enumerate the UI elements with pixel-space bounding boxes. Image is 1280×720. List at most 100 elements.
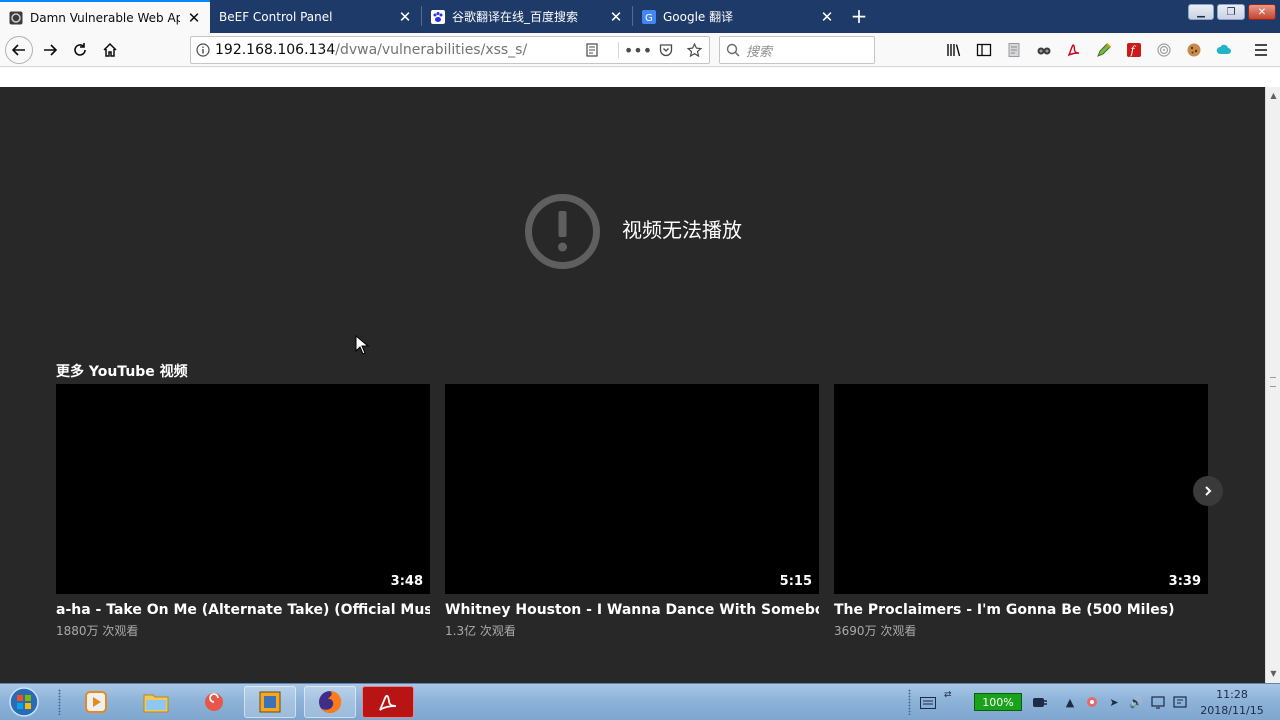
windows-logo-icon <box>9 687 39 717</box>
search-field[interactable]: 搜索 <box>719 36 875 64</box>
acrobat-icon <box>379 694 397 711</box>
home-button[interactable] <box>97 37 123 63</box>
sidebar-toggle-icon[interactable] <box>974 40 994 60</box>
tab-google-translate[interactable]: G Google 翻译 ✕ <box>633 0 843 33</box>
video-card[interactable]: 3:48 a-ha - Take On Me (Alternate Take) … <box>56 384 430 639</box>
cloud-icon[interactable] <box>1214 40 1234 60</box>
mouse-cursor-icon <box>355 335 369 355</box>
page-actions-icon[interactable]: ••• <box>624 41 652 60</box>
language-indicator-icon[interactable]: ⇄ <box>944 690 956 710</box>
url-text[interactable]: 192.168.106.134/dvwa/vulnerabilities/xss… <box>215 42 527 58</box>
taskbar-vmware[interactable] <box>244 686 296 718</box>
navigation-bar: 192.168.106.134/dvwa/vulnerabilities/xss… <box>0 33 1280 67</box>
video-duration: 3:39 <box>1168 574 1201 589</box>
tab-dvwa[interactable]: Damn Vulnerable Web App ✕ <box>0 0 210 33</box>
firefox-icon <box>319 690 342 713</box>
scroll-up-arrow-icon[interactable]: ▲ <box>1269 91 1278 100</box>
restore-button[interactable]: ❐ <box>1217 4 1245 20</box>
video-views: 3690万 次观看 <box>834 624 917 638</box>
tab-beef[interactable]: BeEF Control Panel ✕ <box>211 0 421 33</box>
url-path: /dvwa/vulnerabilities/xss_s/ <box>335 42 528 58</box>
extension-spy-icon[interactable] <box>1034 40 1054 60</box>
tab-title: BeEF Control Panel <box>219 9 333 24</box>
minimize-button[interactable]: ▁ <box>1188 4 1214 20</box>
baidu-paw-icon <box>430 9 446 25</box>
vmware-icon <box>259 691 281 713</box>
pdf-tool-icon[interactable] <box>1064 40 1084 60</box>
volume-icon[interactable]: 🔊 <box>1128 693 1144 711</box>
reader-view-icon[interactable] <box>583 41 601 59</box>
tray-send-icon[interactable]: ➤ <box>1106 693 1122 711</box>
site-info-icon[interactable] <box>191 43 215 57</box>
library-icon[interactable] <box>944 40 964 60</box>
taskbar-acrobat[interactable] <box>362 686 414 718</box>
start-button[interactable] <box>6 686 42 718</box>
dvwa-icon <box>8 10 24 26</box>
action-center-flag-icon[interactable] <box>1172 693 1188 711</box>
tab-title: Google 翻译 <box>663 10 734 24</box>
url-host: 192.168.106.134 <box>215 42 336 58</box>
taskbar-media-player[interactable] <box>70 686 122 718</box>
page-scrollbar[interactable]: ▲ ▼ <box>1265 87 1280 683</box>
extension-pencil-icon[interactable] <box>1094 40 1114 60</box>
tab-close-icon[interactable]: ✕ <box>819 9 835 25</box>
error-exclamation-icon <box>525 194 600 269</box>
flash-icon[interactable]: f <box>1124 40 1144 60</box>
show-hidden-icons-chevron-icon[interactable]: ▲ <box>1062 693 1078 711</box>
close-window-button[interactable]: ✕ <box>1248 4 1276 20</box>
tab-title: Damn Vulnerable Web App <box>30 10 180 25</box>
arrow-left-icon <box>11 44 25 56</box>
tab-close-icon[interactable]: ✕ <box>608 9 624 25</box>
video-card[interactable]: 5:15 Whitney Houston - I Wanna Dance Wit… <box>445 384 819 639</box>
keyboard-icon[interactable] <box>920 694 936 709</box>
taskbar-grip <box>58 689 61 715</box>
carousel-next-button[interactable] <box>1193 476 1223 506</box>
arrow-right-icon <box>44 44 58 56</box>
pocket-icon[interactable] <box>657 41 675 59</box>
video-error-message: 视频无法播放 <box>622 218 742 242</box>
tab-baidu-search[interactable]: 谷歌翻译在线_百度搜索 ✕ <box>422 0 632 33</box>
snail-icon <box>205 693 223 711</box>
back-button[interactable] <box>5 36 33 64</box>
tray-flower-app-icon[interactable] <box>1084 693 1100 711</box>
system-clock[interactable]: 11:28 2018/11/15 <box>1196 687 1268 719</box>
reload-button[interactable] <box>67 37 93 63</box>
search-placeholder: 搜索 <box>746 44 773 60</box>
video-thumbnail[interactable]: 3:39 <box>834 384 1208 594</box>
video-duration: 5:15 <box>779 574 812 589</box>
extension-notes-icon[interactable] <box>1004 40 1024 60</box>
network-icon[interactable] <box>1150 693 1166 711</box>
video-views: 1880万 次观看 <box>56 624 139 638</box>
chevron-right-icon <box>1205 486 1212 496</box>
folder-icon <box>143 694 169 713</box>
new-tab-plus-icon[interactable]: + <box>848 5 870 27</box>
system-tray: ▲ ➤ 🔊 <box>1062 693 1188 711</box>
page-top-strip <box>0 68 1280 87</box>
tab-strip: Damn Vulnerable Web App ✕ BeEF Control P… <box>0 0 1280 33</box>
media-player-icon <box>85 691 107 713</box>
taskbar-snail-app[interactable] <box>188 686 240 718</box>
video-title[interactable]: The Proclaimers - I'm Gonna Be (500 Mile… <box>834 602 1208 618</box>
extension-fingerprint-icon[interactable] <box>1154 40 1174 60</box>
taskbar-file-explorer[interactable] <box>130 686 182 718</box>
video-thumbnail[interactable]: 5:15 <box>445 384 819 594</box>
battery-indicator[interactable]: 100% <box>974 693 1022 711</box>
tab-close-icon[interactable]: ✕ <box>186 10 202 26</box>
url-bar[interactable]: 192.168.106.134/dvwa/vulnerabilities/xss… <box>190 36 710 64</box>
video-title[interactable]: a-ha - Take On Me (Alternate Take) (Offi… <box>56 602 430 618</box>
cookie-icon[interactable] <box>1184 40 1204 60</box>
scrollbar-grip[interactable] <box>1270 377 1276 387</box>
forward-button[interactable] <box>37 37 63 63</box>
tab-close-icon[interactable]: ✕ <box>397 9 413 25</box>
power-plug-icon[interactable] <box>1030 693 1048 711</box>
video-thumbnail[interactable]: 3:48 <box>56 384 430 594</box>
video-card[interactable]: 3:39 The Proclaimers - I'm Gonna Be (500… <box>834 384 1208 639</box>
video-title[interactable]: Whitney Houston - I Wanna Dance With Som… <box>445 602 819 618</box>
google-translate-icon: G <box>641 9 657 25</box>
bookmark-star-icon[interactable] <box>685 41 703 59</box>
svg-text:G: G <box>645 13 653 24</box>
scroll-down-arrow-icon[interactable]: ▼ <box>1269 669 1278 678</box>
taskbar-firefox[interactable] <box>304 686 356 718</box>
menu-hamburger-icon[interactable] <box>1251 40 1271 60</box>
search-icon <box>726 43 740 57</box>
